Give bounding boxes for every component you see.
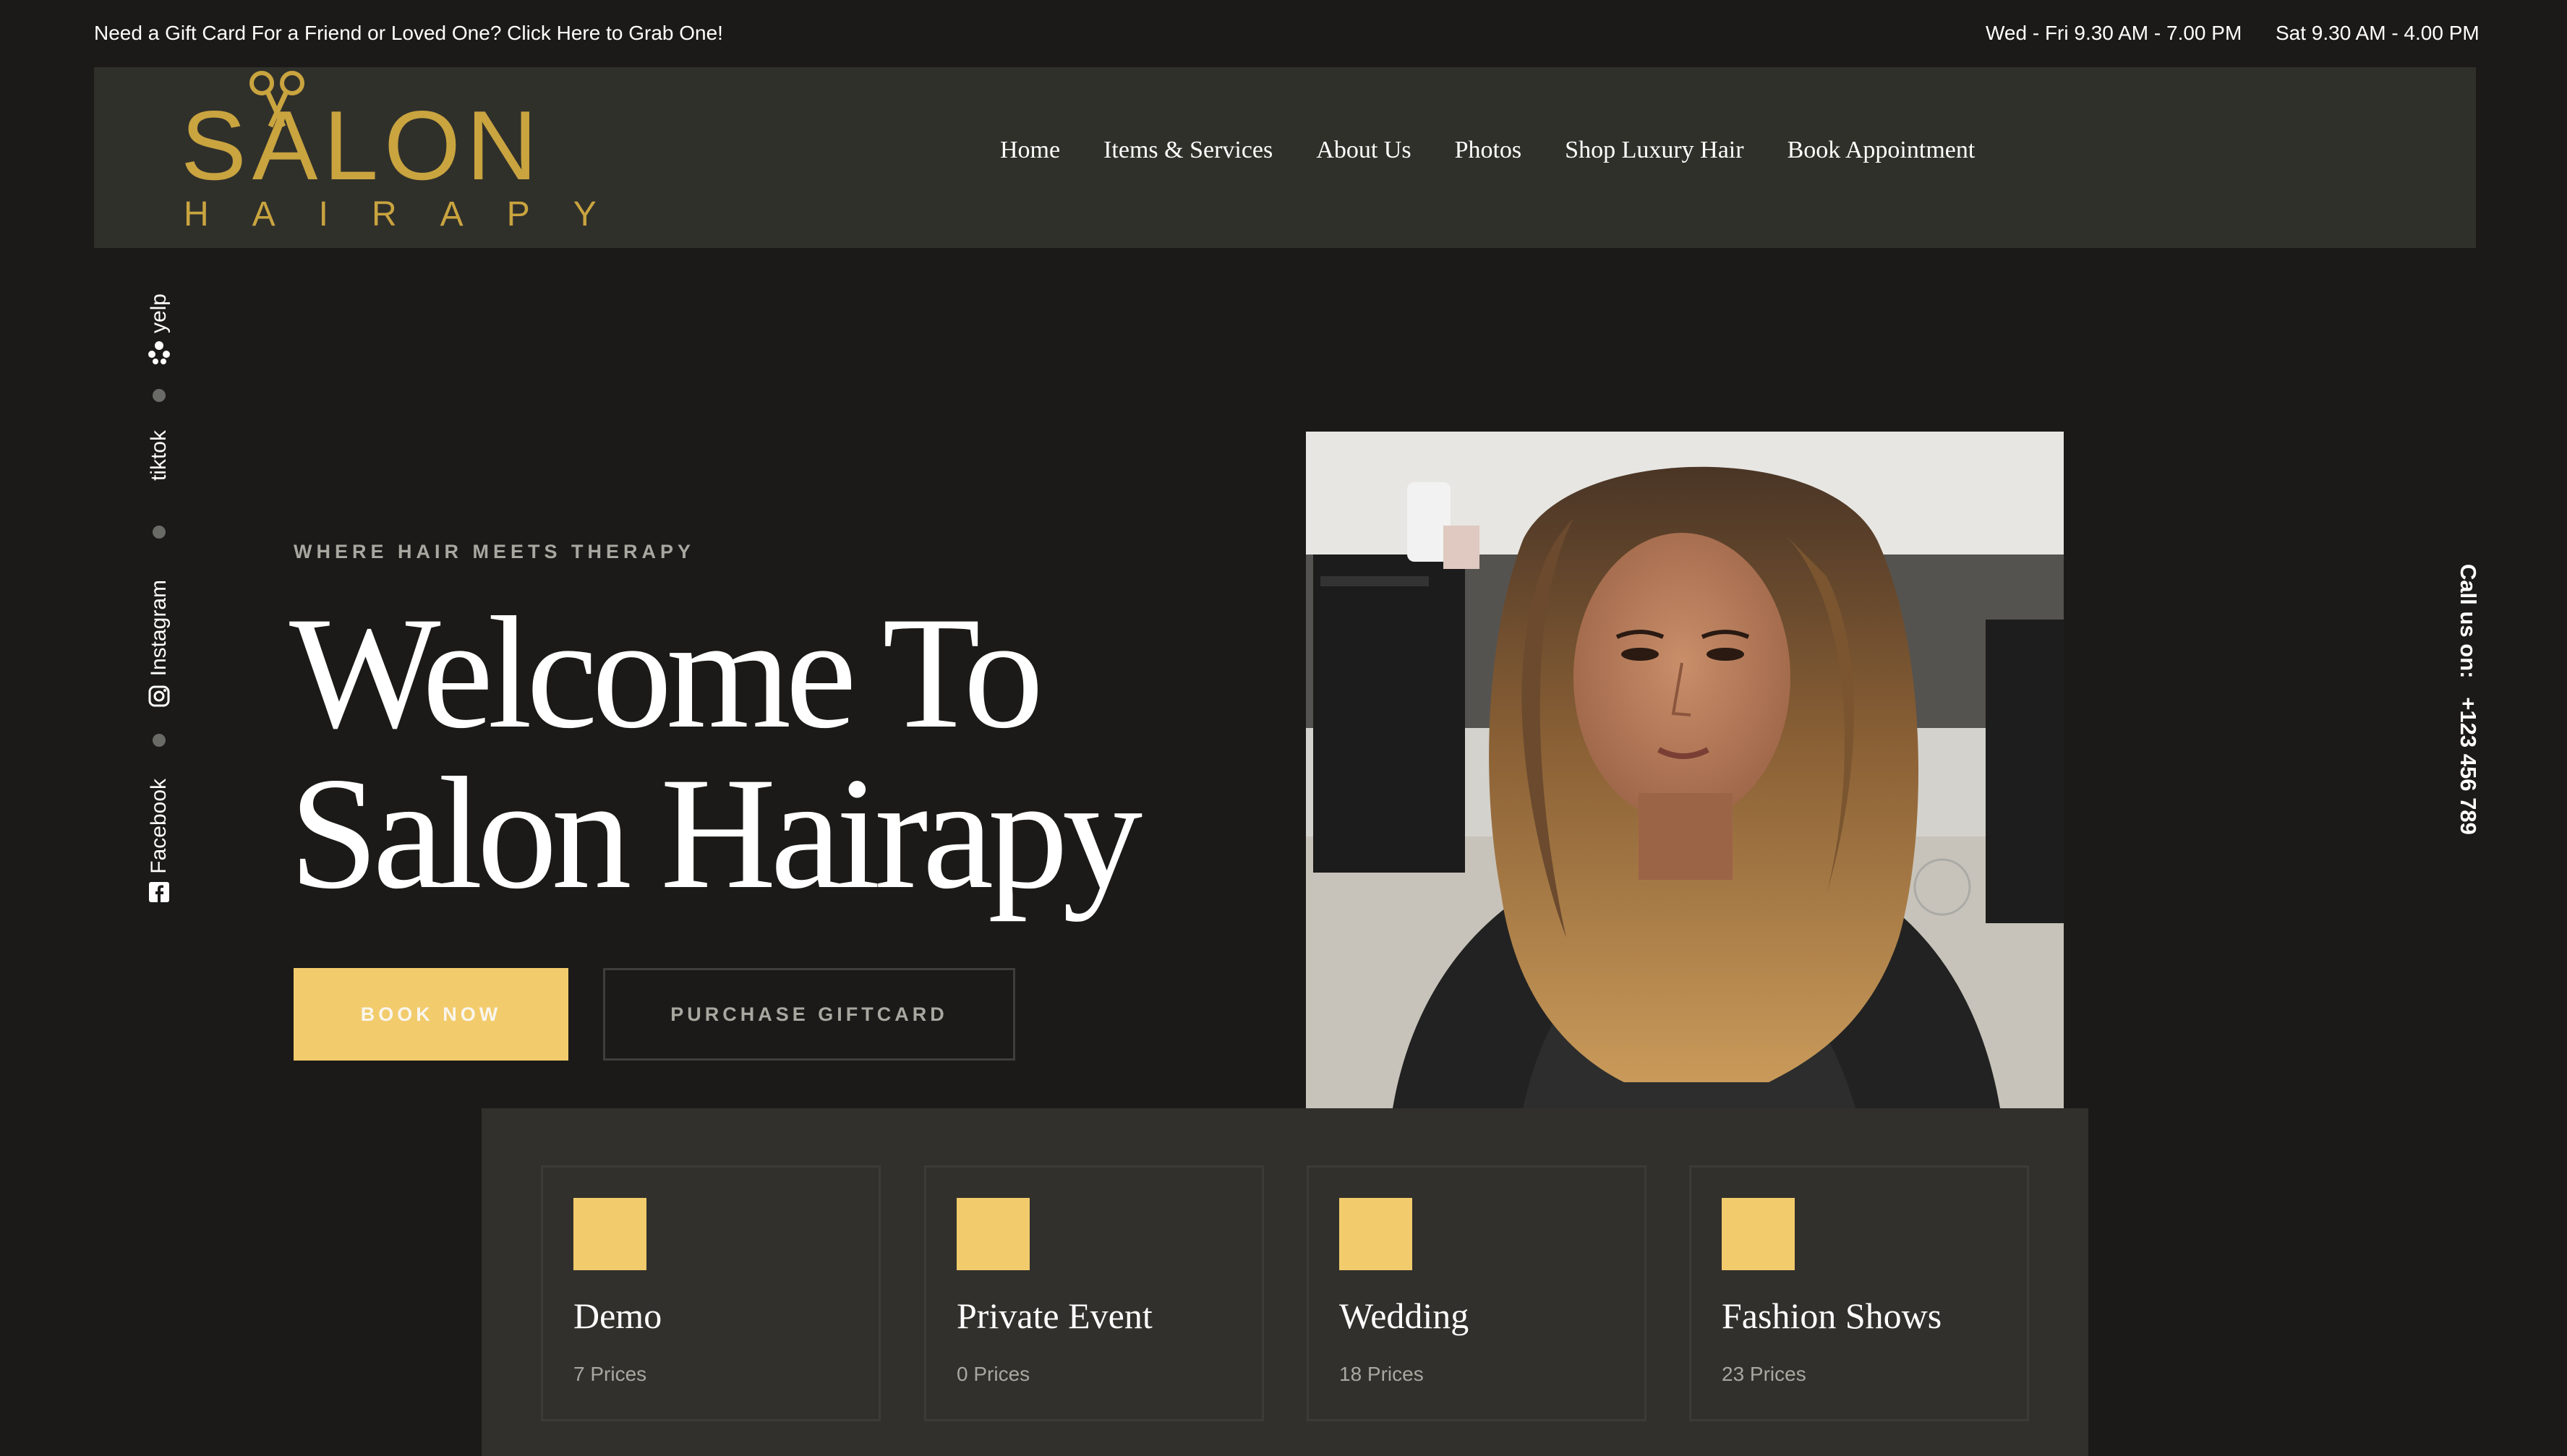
social-tiktok[interactable]: tiktok: [108, 419, 210, 492]
gift-card-promo-link[interactable]: Need a Gift Card For a Friend or Loved O…: [94, 22, 723, 45]
social-label-facebook: Facebook: [147, 778, 171, 874]
category-subtitle: 0 Prices: [957, 1363, 1030, 1385]
hero-tagline: WHERE HAIR MEETS THERAPY: [294, 541, 696, 562]
categories-panel: Demo 7 Prices Private Event 0 Prices Wed…: [482, 1108, 2088, 1456]
separator-dot: [153, 526, 166, 539]
nav-shop-luxury-hair[interactable]: Shop Luxury Hair: [1565, 137, 1743, 164]
hero-title: Welcome To Salon Hairapy: [289, 593, 1229, 914]
category-title: Fashion Shows: [1722, 1296, 1942, 1336]
instagram-icon: [148, 685, 170, 707]
hours-saturday: Sat 9.30 AM - 4.00 PM: [2276, 22, 2480, 44]
hero-title-line-1: Welcome To: [289, 584, 1043, 762]
main-nav: Home Items & Services About Us Photos Sh…: [1000, 137, 2018, 164]
separator-dot: [153, 734, 166, 747]
call-us-phone: +123 456 789: [2456, 697, 2481, 835]
logo-wordmark: SALON: [181, 90, 544, 200]
salon-logo[interactable]: SALON HAIRAPY: [181, 71, 597, 241]
book-now-button[interactable]: BOOK NOW: [294, 968, 568, 1061]
call-us-label-text: Call us on:: [2456, 564, 2481, 679]
scissors-icon: [249, 71, 304, 128]
facebook-icon: [149, 882, 169, 903]
yelp-icon: [148, 341, 170, 364]
nav-about-us[interactable]: About Us: [1316, 137, 1411, 164]
category-subtitle: 23 Prices: [1722, 1363, 1806, 1385]
social-links: yelp tiktok Instagram Facebook: [108, 282, 210, 918]
purchase-giftcard-button[interactable]: PURCHASE GIFTCARD: [603, 968, 1015, 1061]
social-label-yelp: yelp: [147, 294, 171, 334]
category-icon: [1722, 1198, 1795, 1270]
category-subtitle: 7 Prices: [573, 1363, 647, 1385]
hero-photo: [1306, 432, 2064, 1108]
separator-dot: [153, 389, 166, 402]
site-header: SALON HAIRAPY Home Items & Services Abou…: [94, 67, 2476, 248]
logo-subtext: HAIRAPY: [184, 195, 640, 234]
category-card-demo[interactable]: Demo 7 Prices: [541, 1165, 881, 1421]
category-card-private-event[interactable]: Private Event 0 Prices: [924, 1165, 1264, 1421]
nav-items-services[interactable]: Items & Services: [1103, 137, 1273, 164]
nav-photos[interactable]: Photos: [1455, 137, 1522, 164]
social-label-instagram: Instagram: [147, 580, 171, 677]
category-icon: [957, 1198, 1030, 1270]
nav-book-appointment[interactable]: Book Appointment: [1787, 137, 1976, 164]
social-facebook[interactable]: Facebook: [108, 763, 210, 918]
category-title: Demo: [573, 1296, 662, 1336]
nav-home[interactable]: Home: [1000, 137, 1060, 164]
category-title: Wedding: [1339, 1296, 1469, 1336]
category-card-wedding[interactable]: Wedding 18 Prices: [1307, 1165, 1646, 1421]
hero-title-line-2: Salon Hairapy: [289, 745, 1142, 922]
category-card-fashion-shows[interactable]: Fashion Shows 23 Prices: [1689, 1165, 2029, 1421]
social-yelp[interactable]: yelp: [108, 282, 210, 376]
category-subtitle: 18 Prices: [1339, 1363, 1424, 1385]
call-us[interactable]: Call us on: +123 456 789: [2455, 564, 2491, 868]
social-instagram[interactable]: Instagram: [108, 557, 210, 730]
category-icon: [1339, 1198, 1412, 1270]
social-label-tiktok: tiktok: [147, 429, 171, 481]
hours-weekday: Wed - Fri 9.30 AM - 7.00 PM: [1986, 22, 2242, 44]
call-us-label: Call us on: +123 456 789: [2455, 564, 2481, 835]
category-title: Private Event: [957, 1296, 1153, 1336]
category-icon: [573, 1198, 646, 1270]
